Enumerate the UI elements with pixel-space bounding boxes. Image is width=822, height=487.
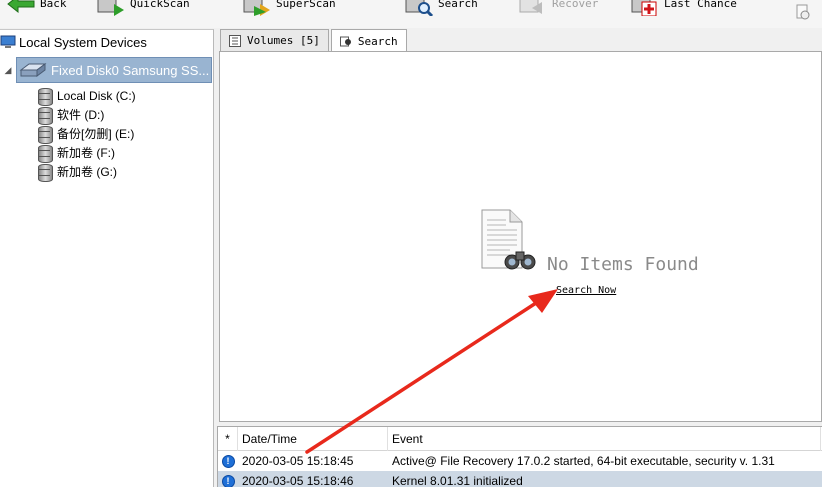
last-chance-button[interactable]: Last Chance	[630, 0, 737, 22]
info-icon: !	[221, 474, 235, 487]
volumes-list-icon	[229, 34, 241, 47]
device-tree: Local System Devices ◢ Fixed Disk0 Samsu…	[0, 29, 214, 487]
tree-item-volume[interactable]: 新加卷 (F:)	[38, 143, 115, 163]
tree-item-disk0[interactable]: ◢ Fixed Disk0 Samsung SS...	[2, 56, 212, 84]
event-log: * Date/Time Event ! 2020-03-05 15:18:45 …	[217, 426, 822, 487]
tree-item-volume[interactable]: 新加卷 (G:)	[38, 162, 117, 182]
search-now-link[interactable]: Search Now	[556, 285, 616, 296]
search-button[interactable]: Search	[404, 0, 478, 22]
tab-strip: Volumes [5] Search	[220, 29, 409, 52]
hard-disk-icon	[19, 61, 47, 79]
log-row[interactable]: ! 2020-03-05 15:18:46 Kernel 8.01.31 ini…	[218, 471, 822, 487]
quickscan-icon	[96, 0, 126, 16]
volume-icon	[38, 163, 53, 182]
volume-icon	[38, 125, 53, 144]
volume-icon	[38, 144, 53, 163]
last-chance-icon	[630, 0, 660, 17]
computer-icon	[0, 35, 16, 49]
superscan-icon	[242, 0, 272, 16]
tab-volumes[interactable]: Volumes [5]	[220, 29, 329, 51]
tab-search[interactable]: Search	[330, 29, 407, 52]
quickscan-button[interactable]: QuickScan	[96, 0, 190, 22]
recover-button[interactable]: Recover	[518, 0, 598, 22]
document-binoculars-icon	[480, 208, 540, 272]
search-tab-icon	[339, 35, 352, 47]
log-header-date[interactable]: Date/Time	[238, 427, 388, 451]
info-icon: !	[221, 454, 235, 468]
back-button[interactable]: Back	[6, 0, 67, 22]
collapse-triangle-icon[interactable]: ◢	[2, 65, 14, 76]
volume-icon	[38, 106, 53, 125]
tree-item-volume[interactable]: 软件 (D:)	[38, 105, 104, 125]
tree-root-label: Local System Devices	[19, 34, 147, 50]
log-header-event[interactable]: Event	[388, 427, 821, 451]
volume-icon	[38, 87, 53, 106]
toolbar: Back QuickScan SuperScan Search Recover …	[0, 0, 822, 28]
search-icon	[404, 0, 434, 18]
tree-item-volume[interactable]: 备份[勿删] (E:)	[38, 124, 134, 144]
search-results-panel: No Items Found Search Now	[219, 51, 822, 422]
options-icon[interactable]	[796, 4, 810, 20]
log-header: * Date/Time Event	[218, 427, 822, 451]
disk-label: Fixed Disk0 Samsung SS...	[51, 62, 210, 78]
tree-root-local-devices[interactable]: Local System Devices	[0, 32, 147, 52]
back-arrow-icon	[6, 0, 36, 16]
log-row[interactable]: ! 2020-03-05 15:18:45 Active@ File Recov…	[218, 451, 822, 471]
tree-item-volume[interactable]: Local Disk (C:)	[38, 86, 136, 106]
superscan-button[interactable]: SuperScan	[242, 0, 336, 22]
selected-disk-row[interactable]: Fixed Disk0 Samsung SS...	[16, 57, 212, 83]
log-header-star[interactable]: *	[218, 427, 238, 451]
no-items-found-text: No Items Found	[547, 254, 699, 275]
recover-icon	[518, 0, 548, 16]
